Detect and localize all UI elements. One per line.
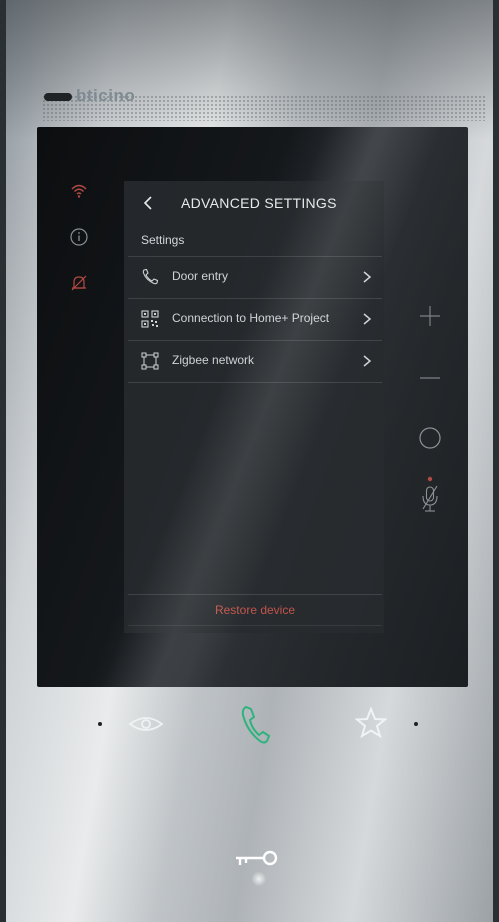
indicator-dot: [414, 722, 418, 726]
door-lock-button[interactable]: [232, 848, 282, 872]
mic-mute-button[interactable]: [414, 474, 446, 520]
mic-off-icon: [422, 476, 438, 512]
menu-item-label: Zigbee network: [172, 353, 255, 367]
menu-item-label: Door entry: [172, 269, 229, 283]
home-button[interactable]: [414, 422, 446, 454]
advanced-settings-panel: ADVANCED SETTINGS Settings Door entry Co…: [124, 181, 384, 633]
chevron-right-icon: [360, 268, 374, 286]
camera-view-button[interactable]: [126, 710, 166, 738]
brand-logo: bticino: [76, 86, 136, 105]
star-icon: [354, 706, 388, 739]
panel-header: ADVANCED SETTINGS: [124, 181, 384, 227]
qr-code-icon: [140, 309, 160, 329]
favourites-button[interactable]: [354, 706, 388, 740]
answer-call-button[interactable]: [238, 703, 272, 749]
circle-icon: [419, 427, 441, 449]
indicator-dot: [98, 722, 102, 726]
chevron-right-icon: [360, 310, 374, 328]
eye-icon: [128, 717, 164, 731]
info-icon[interactable]: [66, 224, 92, 250]
menu-item-connection-home-plus[interactable]: Connection to Home+ Project: [128, 298, 382, 339]
mute-bell-icon[interactable]: [66, 270, 92, 296]
back-button[interactable]: [138, 192, 160, 214]
volume-up-button[interactable]: [414, 300, 446, 332]
phone-icon: [140, 267, 160, 287]
chevron-left-icon: [143, 196, 152, 210]
volume-down-button[interactable]: [414, 362, 446, 394]
chevron-right-icon: [360, 352, 374, 370]
plus-icon: [420, 306, 440, 326]
status-led: [252, 872, 266, 886]
menu-item-label: Connection to Home+ Project: [172, 311, 330, 325]
wifi-icon: [66, 178, 92, 204]
brand-mark: [44, 93, 72, 101]
handset-icon: [241, 705, 271, 744]
key-icon: [236, 850, 278, 866]
network-frame-icon: [140, 351, 160, 371]
page-title: ADVANCED SETTINGS: [181, 195, 337, 211]
menu-item-zigbee-network[interactable]: Zigbee network: [128, 340, 382, 381]
menu-item-door-entry[interactable]: Door entry: [128, 256, 382, 297]
list-divider: [128, 382, 382, 383]
minus-icon: [420, 377, 440, 379]
section-label: Settings: [141, 233, 185, 247]
restore-device-label: Restore device: [214, 603, 296, 617]
restore-device-button[interactable]: Restore device: [128, 594, 382, 626]
